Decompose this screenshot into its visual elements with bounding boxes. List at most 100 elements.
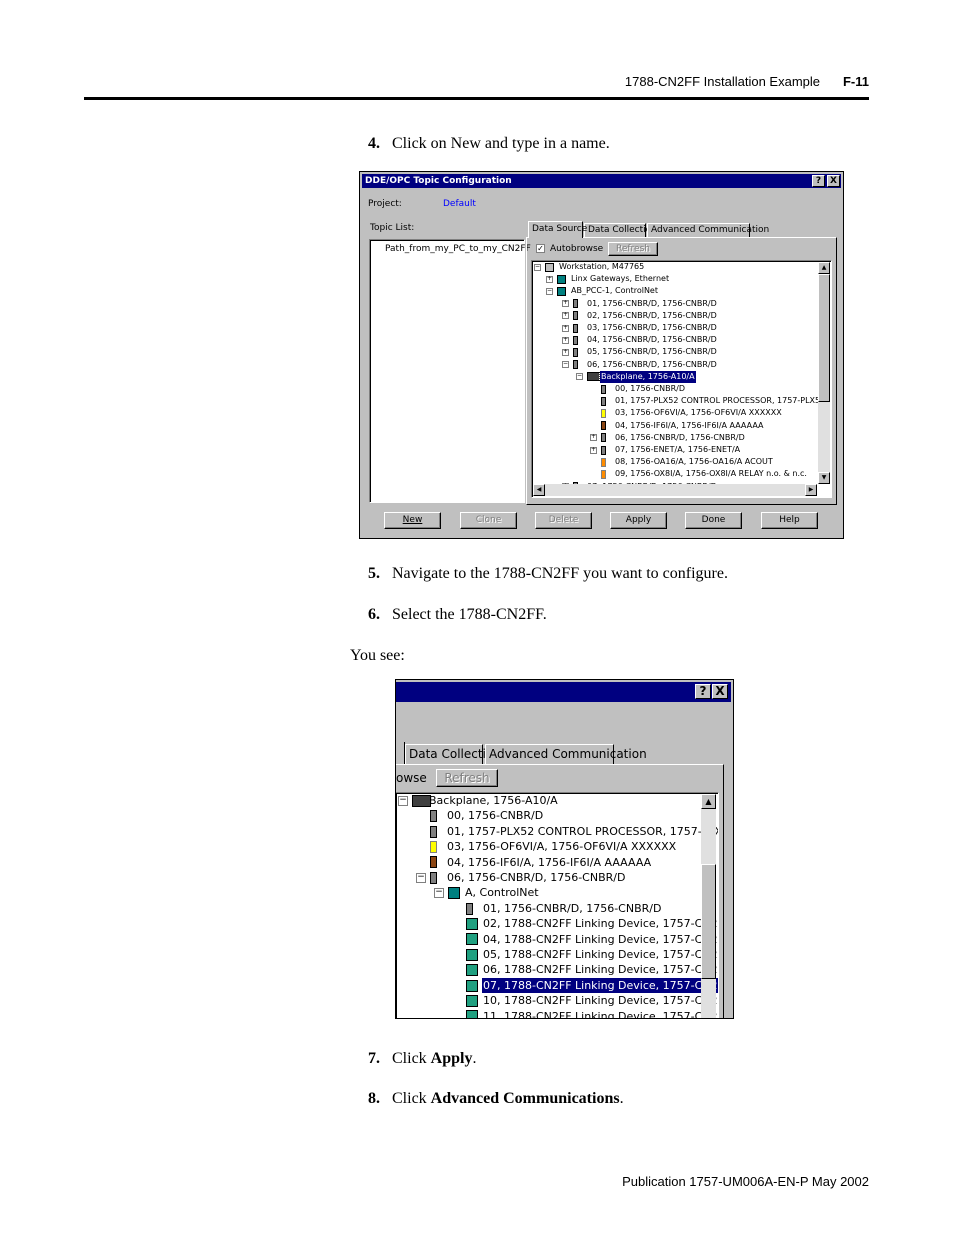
tree-item[interactable]: 02, 1756-CNBR/D, 1756-CNBR/D	[586, 310, 718, 322]
step-text: Select the 1788-CN2FF.	[392, 606, 547, 623]
collapse-icon[interactable]: −	[434, 888, 444, 899]
tree-item[interactable]: 04, 1756-CNBR/D, 1756-CNBR/D	[586, 334, 718, 346]
tree-item[interactable]: 06, 1788-CN2FF Linking Device, 1757-CN2F…	[482, 962, 718, 977]
collapse-icon[interactable]: −	[416, 872, 426, 883]
running-header-title: 1788-CN2FF Installation Example	[624, 74, 820, 89]
tree-item[interactable]: AB_PCC-1, ControlNet	[570, 285, 659, 297]
scroll-up-icon[interactable]: ▲	[701, 794, 716, 809]
expand-icon[interactable]: +	[562, 336, 569, 344]
tree-item[interactable]: 06, 1756-CNBR/D, 1756-CNBR/D	[614, 432, 746, 444]
tree-item[interactable]: 07, 1756-ENET/A, 1756-ENET/A	[614, 444, 741, 456]
topic-list[interactable]: Path_from_my_PC_to_my_CN2FF	[369, 239, 531, 503]
tab-data-collection[interactable]: Data Collection	[584, 223, 657, 238]
expand-icon[interactable]: +	[590, 434, 597, 442]
close-title-button[interactable]: X	[712, 684, 728, 699]
tab-advanced-communication[interactable]: Advanced Communication	[485, 744, 647, 764]
collapse-icon[interactable]: −	[546, 288, 553, 295]
refresh-button[interactable]: Refresh	[436, 769, 498, 787]
module-icon	[573, 335, 578, 345]
tree-item[interactable]: 03, 1756-OF6VI/A, 1756-OF6VI/A XXXXXX	[614, 407, 783, 419]
tree-item[interactable]: 11, 1788-CN2FF Linking Device, 1757-CN2F…	[482, 1009, 718, 1018]
tree-item[interactable]: 10, 1788-CN2FF Linking Device, 1757-CN2F…	[482, 993, 718, 1008]
linking-device-icon	[466, 933, 478, 946]
delete-button[interactable]: Delete	[535, 512, 592, 529]
scroll-up-icon[interactable]: ▲	[818, 262, 830, 274]
tree-item[interactable]: 06, 1756-CNBR/D, 1756-CNBR/D	[446, 870, 626, 885]
tree-item[interactable]: 00, 1756-CNBR/D	[446, 808, 544, 823]
vertical-scrollbar[interactable]: ▲	[701, 794, 716, 1018]
collapse-icon[interactable]: −	[398, 795, 408, 806]
tree-item[interactable]: 00, 1756-CNBR/D	[614, 383, 686, 395]
tree-item[interactable]: A, ControlNet	[464, 885, 540, 900]
expand-icon[interactable]: +	[562, 312, 569, 320]
scroll-right-icon[interactable]: ▶	[805, 484, 817, 496]
linking-device-icon	[466, 979, 478, 992]
topic-list-item[interactable]: Path_from_my_PC_to_my_CN2FF	[385, 244, 531, 254]
input-module-icon	[430, 856, 437, 869]
tree-item[interactable]: 01, 1757-PLX52 CONTROL PROCESSOR, 1757-P…	[446, 824, 718, 839]
tree-item[interactable]: 01, 1756-CNBR/D, 1756-CNBR/D	[586, 298, 718, 310]
collapse-icon[interactable]: −	[534, 263, 541, 271]
header-rule	[84, 97, 869, 100]
vertical-scrollbar[interactable]: ▲ ▼	[818, 262, 830, 484]
module-icon	[430, 810, 437, 823]
tree-item[interactable]: Linx Gateways, Ethernet	[570, 273, 670, 285]
tree-item[interactable]: 04, 1756-IF6I/A, 1756-IF6I/A AAAAAA	[446, 855, 652, 870]
close-title-button[interactable]: X	[827, 175, 840, 187]
step-text-prefix: Click	[392, 1090, 431, 1107]
tree-item[interactable]: 05, 1788-CN2FF Linking Device, 1757-CN2F…	[482, 947, 718, 962]
step-text-prefix: Click	[392, 1050, 431, 1067]
tree-item[interactable]: 06, 1756-CNBR/D, 1756-CNBR/D	[586, 359, 718, 371]
tab-data-source[interactable]: Data Source	[528, 221, 587, 238]
done-button[interactable]: Done	[685, 512, 742, 529]
help-title-button[interactable]: ?	[695, 684, 711, 699]
expand-icon[interactable]: +	[562, 324, 569, 332]
tree-item[interactable]: 08, 1756-OA16/A, 1756-OA16/A ACOUT	[614, 456, 774, 468]
linking-device-icon	[466, 964, 478, 977]
step-text-suffix: .	[472, 1050, 477, 1067]
scroll-thumb[interactable]	[818, 274, 830, 402]
tree-item[interactable]: 07, 1788-CN2FF Linking Device, 1757-CN2F…	[480, 976, 718, 995]
collapse-icon[interactable]: −	[576, 373, 583, 381]
tree-item[interactable]: Backplane, 1756-A10/A	[599, 369, 697, 385]
tree-item[interactable]: 03, 1756-OF6VI/A, 1756-OF6VI/A XXXXXX	[446, 839, 677, 854]
new-button[interactable]: New	[384, 512, 441, 529]
tree-item[interactable]: 01, 1756-CNBR/D, 1756-CNBR/D	[482, 901, 662, 916]
network-icon	[557, 287, 566, 296]
tree-item[interactable]: 04, 1788-CN2FF Linking Device, 1757-CN2F…	[482, 932, 718, 947]
module-icon	[601, 384, 606, 394]
module-icon	[466, 902, 473, 915]
tree-item[interactable]: Workstation, M47765	[558, 261, 645, 273]
module-icon	[573, 311, 578, 321]
tree-item[interactable]: 03, 1756-CNBR/D, 1756-CNBR/D	[586, 322, 718, 334]
tree-item[interactable]: 09, 1756-OX8I/A, 1756-OX8I/A RELAY n.o. …	[614, 468, 808, 480]
expand-icon[interactable]: +	[546, 275, 553, 283]
tab-data-source-edge	[396, 742, 405, 764]
input-module-icon	[601, 421, 606, 431]
step-4: 4. Click on New and type in a name.	[368, 135, 610, 153]
tree-item[interactable]: 01, 1757-PLX52 CONTROL PROCESSOR, 1757-P…	[614, 395, 821, 407]
expand-icon[interactable]: +	[562, 300, 569, 308]
tree-item[interactable]: 04, 1756-IF6I/A, 1756-IF6I/A AAAAAA	[614, 420, 765, 432]
refresh-button[interactable]: Refresh	[608, 242, 658, 256]
tab-advanced-communication[interactable]: Advanced Communication	[647, 223, 769, 238]
horizontal-scrollbar[interactable]: ◀ ▶	[533, 484, 817, 496]
apply-button[interactable]: Apply	[610, 512, 667, 529]
tab-data-collection[interactable]: Data Collection	[405, 744, 501, 764]
help-title-button[interactable]: ?	[812, 175, 825, 187]
network-tree[interactable]: − Backplane, 1756-A10/A 00, 1756-CNBR/D 01,…	[396, 792, 719, 1018]
scroll-left-icon[interactable]: ◀	[533, 484, 545, 496]
expand-icon[interactable]: +	[562, 349, 569, 356]
clone-button[interactable]: Clone	[460, 512, 517, 529]
collapse-icon[interactable]: −	[562, 361, 569, 369]
tree-item[interactable]: 02, 1788-CN2FF Linking Device, 1757-CN2F…	[482, 916, 718, 931]
tree-item[interactable]: 05, 1756-CNBR/D, 1756-CNBR/D	[586, 346, 718, 358]
tree-item[interactable]: Backplane, 1756-A10/A	[428, 793, 559, 808]
scroll-down-icon[interactable]: ▼	[818, 472, 830, 484]
network-tree[interactable]: − Workstation, M47765 + Linx Gateways, Ethe…	[531, 260, 832, 498]
scroll-thumb[interactable]	[701, 864, 716, 979]
expand-icon[interactable]: +	[590, 446, 597, 454]
autobrowse-checkbox[interactable]: ✓	[536, 244, 545, 253]
help-button[interactable]: Help	[761, 512, 818, 529]
step-8: 8. Click Advanced Communications.	[368, 1090, 624, 1108]
